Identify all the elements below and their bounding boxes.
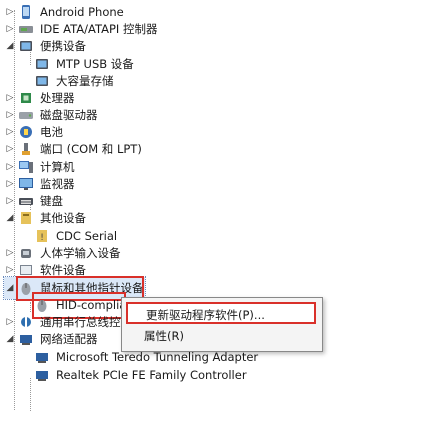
expand-arrow-icon[interactable]: ▷ bbox=[4, 178, 16, 190]
other-devices-icon bbox=[18, 210, 34, 226]
expand-arrow-icon[interactable]: ▷ bbox=[4, 195, 16, 207]
expand-arrow-icon[interactable]: ▷ bbox=[4, 23, 16, 35]
menu-item-update-driver[interactable]: 更新驱动程序软件(P)... bbox=[126, 302, 316, 324]
context-menu: 更新驱动程序软件(P)... 属性(R) bbox=[121, 297, 323, 352]
expand-arrow-icon[interactable]: ▷ bbox=[4, 247, 16, 259]
menu-item-label: 属性(R) bbox=[144, 329, 184, 343]
port-icon bbox=[18, 141, 34, 157]
device-tree: ▷ Android Phone ▷ IDE ATA/ATAPI 控制器 ◢ 便携… bbox=[0, 0, 430, 448]
tree-connector bbox=[30, 378, 31, 411]
collapse-arrow-icon[interactable]: ◢ bbox=[4, 282, 16, 294]
expand-arrow-icon[interactable]: ▷ bbox=[4, 264, 16, 276]
collapse-arrow-icon[interactable]: ◢ bbox=[4, 212, 16, 224]
expand-arrow-icon[interactable]: ▷ bbox=[4, 109, 16, 121]
tree-item-label: Realtek PCIe FE Family Controller bbox=[56, 368, 247, 382]
collapse-arrow-icon[interactable]: ◢ bbox=[4, 40, 16, 52]
expand-arrow-icon[interactable]: ▷ bbox=[4, 161, 16, 173]
expand-arrow-icon[interactable]: ▷ bbox=[4, 126, 16, 138]
expand-arrow-icon[interactable]: ▷ bbox=[4, 92, 16, 104]
network-card-icon bbox=[34, 367, 50, 383]
network-adapter-icon bbox=[18, 331, 34, 347]
menu-item-properties[interactable]: 属性(R) bbox=[126, 325, 316, 347]
collapse-arrow-icon[interactable]: ◢ bbox=[4, 333, 16, 345]
expand-arrow-icon[interactable]: ▷ bbox=[4, 6, 16, 18]
expand-arrow-icon[interactable]: ▷ bbox=[4, 316, 16, 328]
portable-device-icon bbox=[18, 38, 34, 54]
network-card-icon bbox=[34, 349, 50, 365]
expand-arrow-icon[interactable]: ▷ bbox=[4, 143, 16, 155]
tree-item-realtek[interactable]: Realtek PCIe FE Family Controller bbox=[34, 364, 248, 386]
menu-item-label: 更新驱动程序软件(P)... bbox=[146, 308, 265, 322]
